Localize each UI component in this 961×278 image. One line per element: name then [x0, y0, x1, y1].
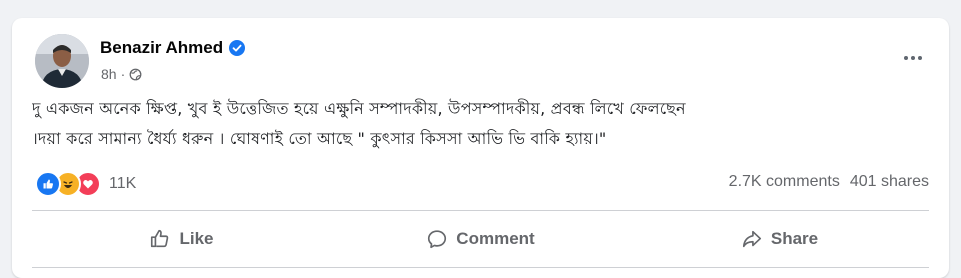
post-timestamp[interactable]: 8h: [101, 66, 117, 82]
more-options-icon-dot: [904, 56, 908, 60]
stats-divider: [32, 210, 929, 211]
comment-count[interactable]: 2.7K comments: [729, 173, 840, 191]
post-stats: 2.7K comments 401 shares: [729, 173, 929, 191]
post-card: Benazir Ahmed 8h · দু একজন অনেক ক্ষিপ্ত,…: [12, 18, 949, 278]
avatar-image: [35, 34, 89, 88]
author-name-row: Benazir Ahmed: [100, 38, 246, 58]
more-options-icon-dot: [911, 56, 915, 60]
post-text-line: দু একজন অনেক ক্ষিপ্ত, খুব ই উত্তেজিত হয়…: [32, 99, 686, 118]
action-bar: Like Comment Share: [32, 216, 929, 262]
share-button[interactable]: Share: [630, 216, 929, 262]
author-avatar[interactable]: [35, 34, 89, 88]
share-button-label: Share: [770, 229, 819, 248]
post-text-line: ।দয়া করে সামান্য ধৈর্য্য ধরুন । ঘোষণাই …: [32, 129, 607, 148]
thumbs-up-icon: [151, 229, 169, 248]
meta-separator: ·: [120, 66, 126, 82]
share-count[interactable]: 401 shares: [850, 173, 929, 191]
reaction-summary[interactable]: 11K: [35, 171, 136, 197]
more-options-icon-dot: [918, 56, 922, 60]
like-button-label: Like: [179, 229, 214, 248]
comment-button[interactable]: Comment: [331, 216, 630, 262]
actions-divider: [32, 267, 929, 268]
comment-button-label: Comment: [456, 229, 535, 248]
like-button[interactable]: Like: [32, 216, 331, 262]
post-body: দু একজন অনেক ক্ষিপ্ত, খুব ই উত্তেজিত হয়…: [32, 94, 937, 154]
reaction-count[interactable]: 11K: [109, 175, 136, 193]
globe-icon[interactable]: [129, 68, 142, 81]
speech-bubble-icon: [428, 230, 447, 249]
author-name[interactable]: Benazir Ahmed: [100, 38, 223, 58]
like-reaction-icon: [35, 171, 61, 197]
post-meta: 8h ·: [101, 66, 142, 82]
more-options-button[interactable]: [899, 48, 927, 68]
verified-badge-icon: [229, 40, 246, 56]
share-arrow-icon: [742, 230, 761, 248]
